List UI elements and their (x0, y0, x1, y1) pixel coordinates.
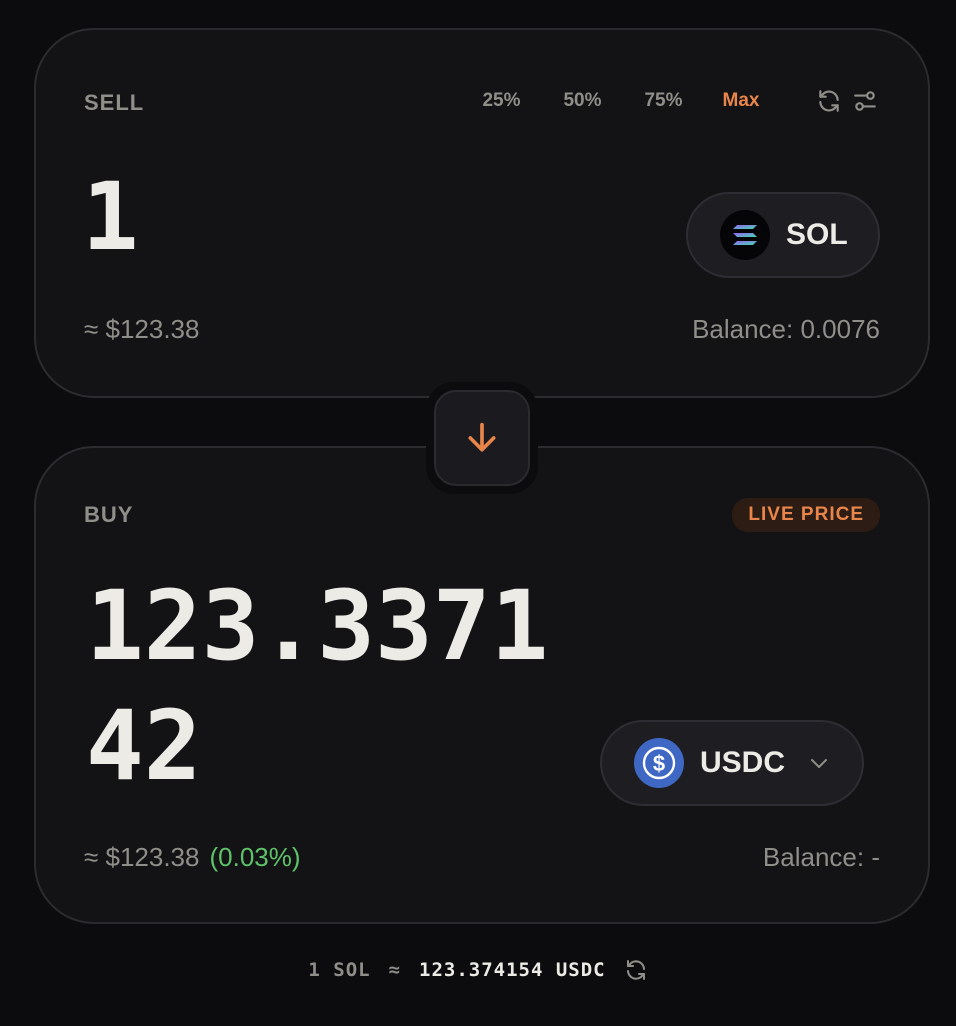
solana-logo-icon (720, 210, 770, 260)
chevron-down-icon (807, 751, 831, 775)
rate-to: 123.374154 USDC (419, 959, 606, 981)
buy-balance: Balance: - (762, 842, 880, 872)
swap-widget: SELL 25% 50% 75% Max 1 SOL ≈ $123.38 Bal… (0, 0, 956, 1026)
rate-refresh-icon[interactable] (624, 958, 648, 982)
live-price-badge: LIVE PRICE (732, 498, 880, 532)
exchange-rate: 1 SOL ≈ 123.374154 USDC (0, 958, 956, 982)
percent-75-button[interactable]: 75% (623, 90, 704, 112)
sell-token-selector[interactable]: SOL (686, 192, 880, 278)
percent-25-button[interactable]: 25% (461, 90, 542, 112)
usdc-logo-icon: $ (634, 738, 684, 788)
buy-label: BUY (84, 502, 134, 527)
sell-usd-text: ≈ $123.38 (84, 314, 200, 344)
percent-selector: 25% 50% 75% Max (461, 90, 778, 112)
max-button[interactable]: Max (704, 90, 778, 112)
rate-approx: ≈ (388, 959, 402, 981)
buy-token-symbol: USDC (700, 746, 786, 779)
buy-panel: BUY LIVE PRICE 123.337142 $ USDC ≈ $123.… (34, 446, 930, 924)
arrow-down-icon (468, 422, 496, 452)
sell-usd-value: ≈ $123.38 (84, 314, 199, 345)
buy-usd-text: ≈ $123.38 (84, 842, 200, 872)
sell-balance: Balance: 0.0076 (692, 314, 880, 344)
buy-usd-value: ≈ $123.38 (0.03%) (84, 842, 301, 873)
rate-from: 1 SOL (308, 959, 371, 981)
sell-label: SELL (84, 90, 145, 115)
buy-token-selector[interactable]: $ USDC (600, 720, 864, 806)
settings-sliders-icon[interactable] (850, 86, 880, 116)
sell-panel: SELL 25% 50% 75% Max 1 SOL ≈ $123.38 Bal… (34, 28, 930, 398)
sell-token-symbol: SOL (786, 218, 848, 251)
swap-direction-wrapper (426, 382, 538, 494)
svg-text:$: $ (653, 751, 665, 776)
sell-amount-input[interactable]: 1 (82, 166, 139, 270)
percent-50-button[interactable]: 50% (542, 90, 623, 112)
buy-amount-output: 123.337142 (86, 570, 549, 802)
price-impact-change: (0.03%) (209, 842, 301, 872)
refresh-icon[interactable] (814, 86, 844, 116)
swap-direction-button[interactable] (434, 390, 530, 486)
